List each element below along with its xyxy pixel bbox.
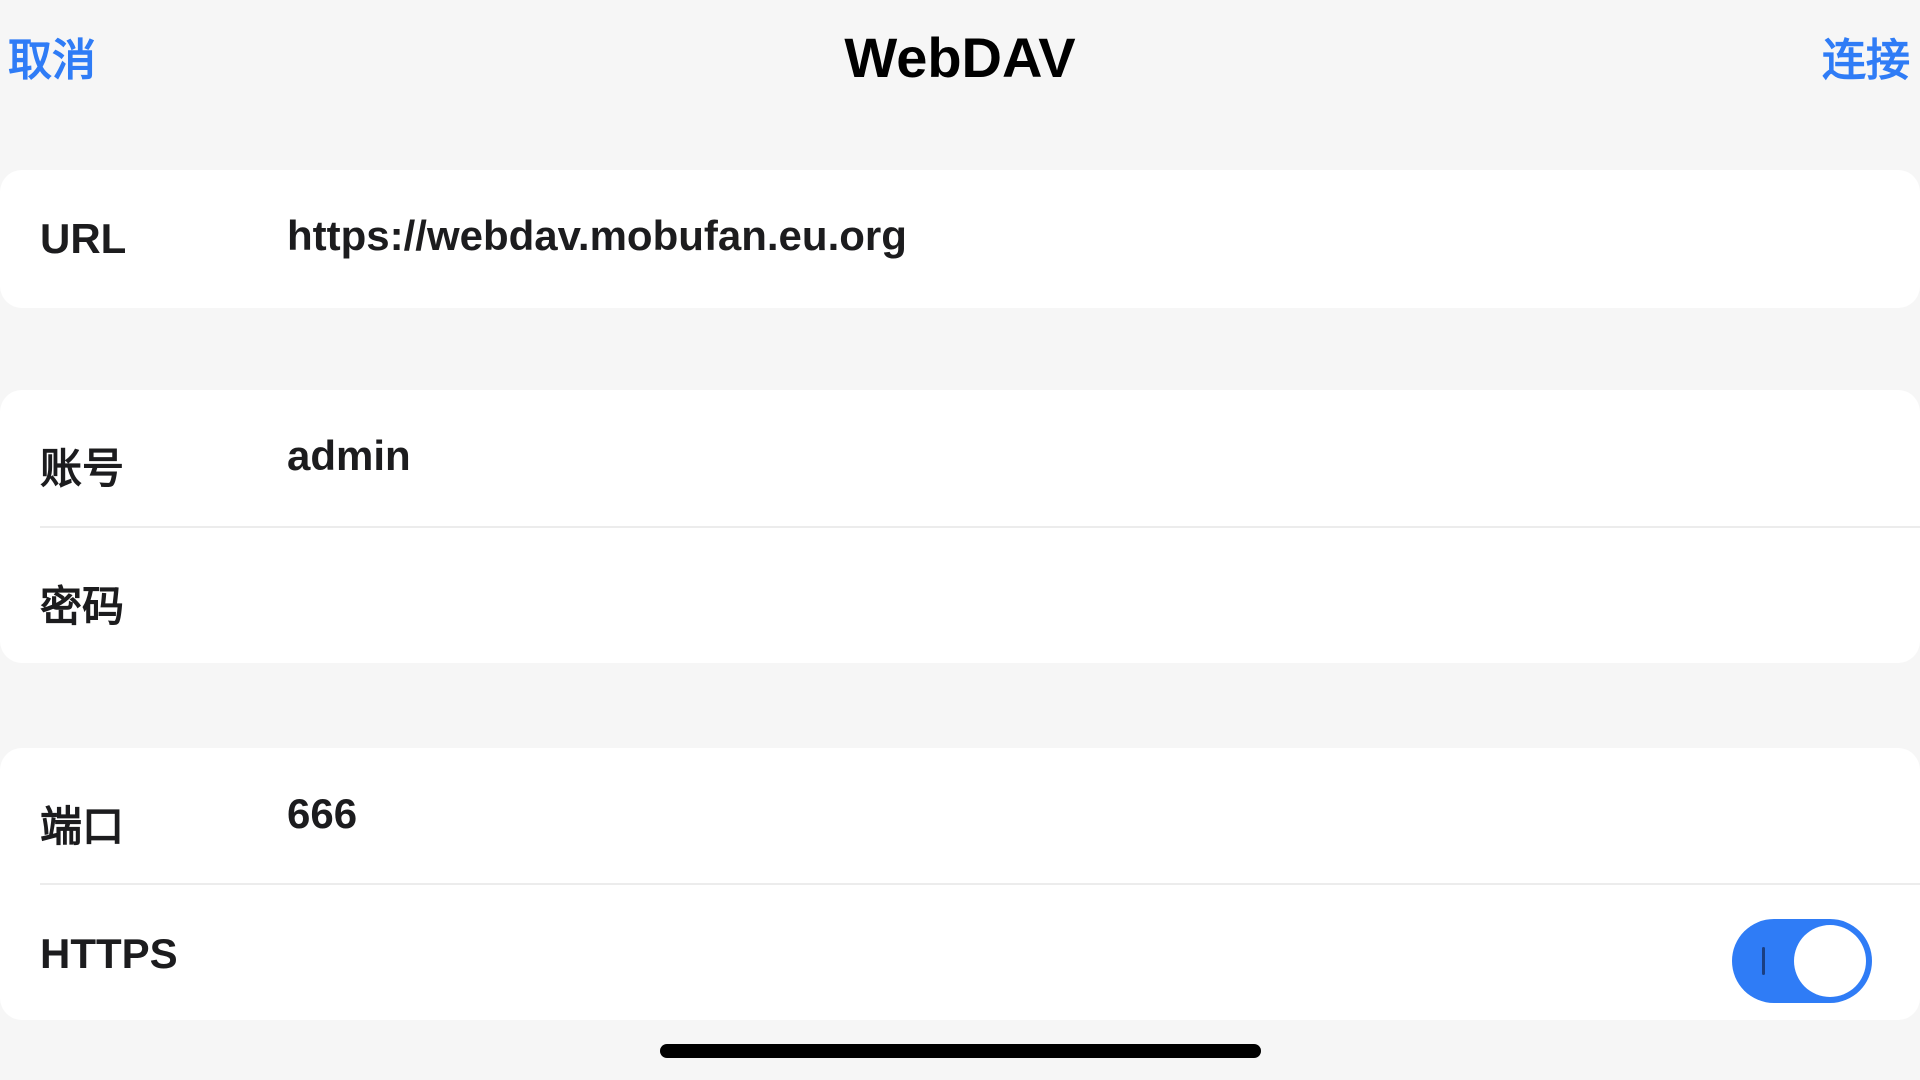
https-row: HTTPS — [0, 885, 1920, 1020]
url-label: URL — [40, 215, 127, 262]
url-field[interactable] — [287, 212, 1787, 260]
password-row[interactable]: 密码 — [0, 528, 1920, 663]
webdav-settings-screen: 取消 WebDAV 连接 URL 账号 密码 端口 HTTPS — [0, 0, 1920, 1080]
https-label: HTTPS — [40, 930, 178, 977]
account-field[interactable] — [287, 432, 1787, 480]
connection-section: 端口 HTTPS — [0, 748, 1920, 1020]
navigation-bar: 取消 WebDAV 连接 — [0, 0, 1920, 120]
port-field[interactable] — [287, 790, 1787, 838]
connect-button[interactable]: 连接 — [1822, 33, 1910, 89]
port-row[interactable]: 端口 — [0, 748, 1920, 883]
account-label: 账号 — [40, 445, 125, 492]
https-toggle[interactable] — [1732, 919, 1872, 1003]
account-row[interactable]: 账号 — [0, 390, 1920, 527]
toggle-knob — [1794, 925, 1866, 997]
credentials-section: 账号 密码 — [0, 390, 1920, 663]
port-label: 端口 — [40, 803, 125, 850]
home-indicator[interactable] — [660, 1044, 1261, 1058]
password-field[interactable] — [287, 570, 1787, 618]
url-row[interactable]: URL — [0, 170, 1920, 308]
url-section: URL — [0, 170, 1920, 308]
toggle-on-indicator-icon — [1762, 947, 1765, 975]
page-title: WebDAV — [844, 26, 1076, 89]
password-label: 密码 — [40, 583, 125, 630]
